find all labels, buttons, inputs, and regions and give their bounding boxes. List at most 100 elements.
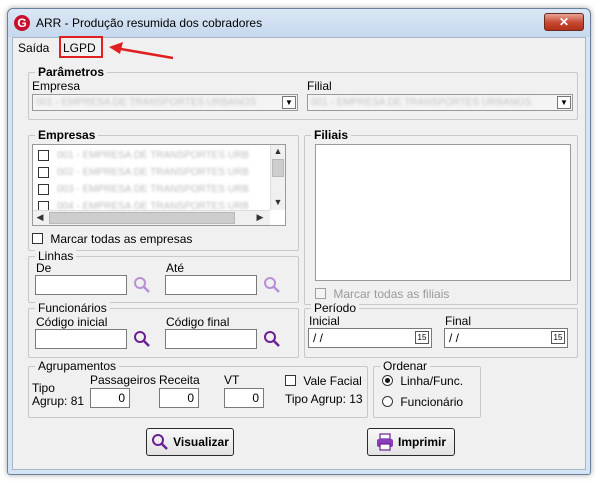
empresas-listbox[interactable]: 001 - EMPRESA DE TRANSPORTES URB 002 - E…	[32, 144, 286, 226]
ordenar-option-funcionario[interactable]: Funcionário	[382, 394, 463, 409]
passageiros-input[interactable]	[90, 388, 130, 408]
select-all-empresas-label: Marcar todas as empresas	[50, 231, 193, 246]
periodo-inicial-label: Inicial	[309, 314, 340, 328]
empresas-group: Empresas 001 - EMPRESA DE TRANSPORTES UR…	[28, 128, 299, 251]
list-item-label: 001 - EMPRESA DE TRANSPORTES URB	[57, 150, 249, 162]
scroll-down-icon[interactable]: ▼	[271, 197, 285, 207]
checkbox[interactable]	[32, 233, 43, 245]
empresa-combo[interactable]: 001 - EMPRESA DE TRANSPORTES URBANOS ▼	[32, 94, 298, 111]
scroll-thumb[interactable]	[49, 212, 235, 224]
menu-item-saida[interactable]: Saída	[18, 41, 49, 55]
close-button[interactable]: ✕	[544, 13, 584, 31]
linha-ate-input[interactable]	[165, 275, 257, 295]
de-label: De	[36, 261, 52, 275]
funcionarios-title: Funcionários	[35, 301, 110, 315]
empresa-label: Empresa	[32, 79, 81, 93]
vertical-scrollbar[interactable]: ▲ ▼	[270, 145, 285, 210]
chevron-down-icon[interactable]: ▼	[557, 96, 571, 109]
parametros-group: Parâmetros Empresa 001 - EMPRESA DE TRAN…	[28, 65, 578, 120]
periodo-final-input[interactable]: / / 15	[444, 328, 568, 348]
red-arrow-icon	[109, 42, 174, 60]
scroll-left-icon[interactable]: ◀	[33, 212, 47, 223]
list-item-label: 002 - EMPRESA DE TRANSPORTES URB	[57, 167, 249, 179]
codigo-final-label: Código final	[166, 315, 230, 329]
periodo-final-value: / /	[449, 331, 460, 345]
ordenar-group: Ordenar Linha/Func. Funcionário	[373, 359, 481, 418]
vale-facial-label: Vale Facial	[303, 373, 362, 388]
funcionarios-group: Funcionários Código inicial Código final	[28, 301, 299, 358]
select-all-filiais-label: Marcar todas as filiais	[333, 286, 450, 301]
ordenar-title: Ordenar	[380, 359, 431, 373]
list-item[interactable]: 003 - EMPRESA DE TRANSPORTES URB	[38, 182, 249, 198]
checkbox[interactable]	[285, 375, 296, 387]
visualizar-button[interactable]: Visualizar	[146, 428, 234, 456]
periodo-final-label: Final	[445, 314, 472, 328]
imprimir-label: Imprimir	[397, 435, 446, 449]
passageiros-label: Passageiros	[90, 373, 157, 387]
checkbox[interactable]	[38, 184, 49, 196]
checkbox[interactable]	[38, 167, 49, 179]
filiais-group: Filiais Marcar todas as filiais	[304, 128, 578, 305]
search-icon[interactable]	[263, 276, 281, 294]
search-icon[interactable]	[133, 276, 151, 294]
search-icon[interactable]	[133, 330, 151, 348]
visualizar-label: Visualizar	[173, 435, 229, 449]
search-icon	[152, 434, 168, 450]
chevron-down-icon[interactable]: ▼	[282, 96, 296, 109]
parametros-title: Parâmetros	[35, 65, 108, 79]
ate-label: Até	[166, 261, 185, 275]
list-item[interactable]: 002 - EMPRESA DE TRANSPORTES URB	[38, 165, 249, 181]
filial-label: Filial	[307, 79, 332, 93]
empresa-value: 001 - EMPRESA DE TRANSPORTES URBANOS	[36, 97, 257, 108]
highlight-box	[59, 36, 103, 58]
title-bar: G ARR - Produção resumida dos cobradores…	[8, 9, 590, 37]
scroll-right-icon[interactable]: ▶	[253, 212, 267, 223]
receita-label: Receita	[159, 373, 200, 387]
ordenar-option-label: Funcionário	[400, 394, 464, 409]
periodo-inicial-input[interactable]: / / 15	[308, 328, 432, 348]
tipo-label: Tipo	[32, 381, 55, 395]
tipo-agrup-13-label: Tipo Agrup: 13	[285, 392, 363, 406]
scroll-up-icon[interactable]: ▲	[271, 146, 285, 156]
vt-input[interactable]	[224, 388, 264, 408]
ordenar-option-label: Linha/Func.	[400, 373, 464, 388]
linha-de-input[interactable]	[35, 275, 127, 295]
filiais-listbox[interactable]	[315, 144, 571, 281]
filial-value: 001 - EMPRESA DE TRANSPORTES URBANOS	[311, 97, 532, 108]
vale-facial-checkbox-row[interactable]: Vale Facial	[285, 373, 362, 388]
scroll-thumb[interactable]	[272, 159, 284, 177]
list-item-label: 003 - EMPRESA DE TRANSPORTES URB	[57, 184, 249, 196]
radio-button[interactable]	[382, 375, 393, 387]
receita-input[interactable]	[159, 388, 199, 408]
select-all-filiais[interactable]: Marcar todas as filiais	[315, 286, 449, 301]
codigo-inicial-label: Código inicial	[36, 315, 108, 329]
periodo-inicial-value: / /	[313, 331, 324, 345]
calendar-icon[interactable]: 15	[415, 331, 429, 344]
filial-combo[interactable]: 001 - EMPRESA DE TRANSPORTES URBANOS ▼	[307, 94, 573, 111]
search-icon[interactable]	[263, 330, 281, 348]
tipo-agrup-81-label: Agrup: 81	[32, 394, 85, 408]
app-window: G ARR - Produção resumida dos cobradores…	[7, 8, 591, 475]
linhas-group: Linhas De Até	[28, 249, 299, 303]
window-title: ARR - Produção resumida dos cobradores	[36, 16, 263, 30]
vt-label: VT	[224, 373, 240, 387]
menu-bar: Saída LGPD	[13, 36, 585, 60]
checkbox[interactable]	[38, 150, 49, 162]
client-area: Saída LGPD Parâmetros Empresa 001 - EMPR…	[12, 36, 586, 470]
agrupamentos-title: Agrupamentos	[35, 359, 120, 373]
imprimir-button[interactable]: Imprimir	[367, 428, 455, 456]
ordenar-option-linha-func[interactable]: Linha/Func.	[382, 373, 463, 388]
periodo-group: Período Inicial / / 15 Final / / 15	[304, 301, 578, 358]
horizontal-scrollbar[interactable]: ◀ ▶	[33, 210, 270, 225]
empresas-title: Empresas	[35, 128, 99, 142]
select-all-empresas[interactable]: Marcar todas as empresas	[32, 231, 192, 246]
codigo-final-input[interactable]	[165, 329, 257, 349]
app-logo-icon: G	[14, 15, 30, 31]
periodo-title: Período	[311, 301, 360, 315]
list-item[interactable]: 001 - EMPRESA DE TRANSPORTES URB	[38, 148, 249, 164]
codigo-inicial-input[interactable]	[35, 329, 127, 349]
calendar-icon[interactable]: 15	[551, 331, 565, 344]
checkbox[interactable]	[315, 288, 326, 300]
radio-button[interactable]	[382, 396, 393, 408]
agrupamentos-group: Agrupamentos Tipo Agrup: 81 Passageiros …	[28, 359, 368, 418]
